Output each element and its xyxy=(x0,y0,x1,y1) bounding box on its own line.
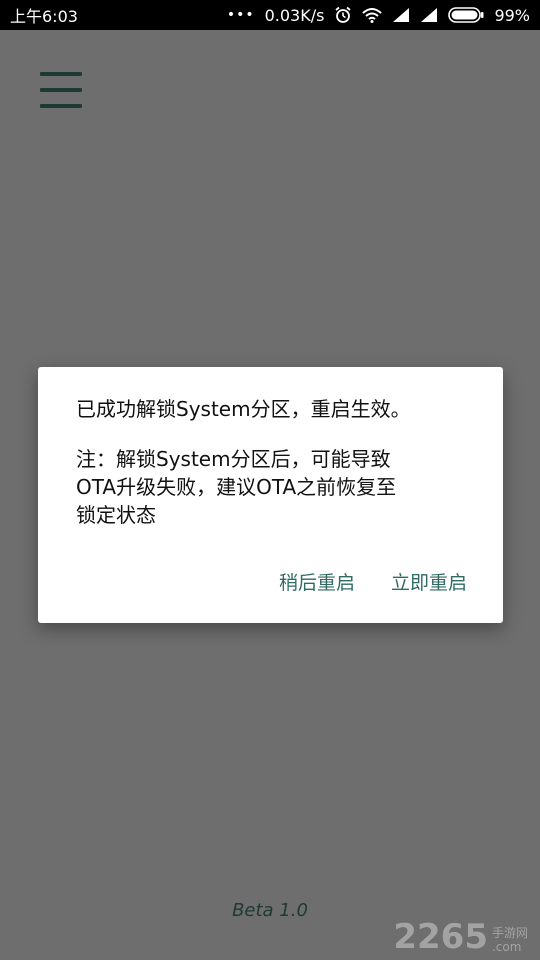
signal-2-icon xyxy=(420,7,438,23)
status-dots: ••• xyxy=(226,7,255,23)
wifi-icon xyxy=(362,7,383,23)
unlock-success-dialog: 已成功解锁System分区，重启生效。 注：解锁System分区后，可能导致 O… xyxy=(38,367,503,623)
dialog-note: 注：解锁System分区后，可能导致 OTA升级失败，建议OTA之前恢复至 锁定… xyxy=(76,447,397,527)
network-speed: 0.03K/s xyxy=(264,5,325,25)
menu-bar-middle xyxy=(40,88,82,92)
dialog-actions: 稍后重启 立即重启 xyxy=(279,568,467,595)
menu-bar-top xyxy=(40,72,82,76)
watermark-side: 手游网 .com xyxy=(492,926,528,954)
signal-1-icon xyxy=(392,7,410,23)
menu-bar-bottom xyxy=(40,104,82,108)
battery-percent: 99% xyxy=(494,5,530,25)
watermark-text-top: 手游网 xyxy=(491,926,528,940)
watermark-text-bottom: .com xyxy=(491,940,522,954)
status-time: 上午6:03 xyxy=(10,7,78,26)
battery-icon xyxy=(448,7,484,23)
hamburger-menu-icon[interactable] xyxy=(40,72,82,108)
alarm-clock-icon xyxy=(334,6,352,24)
restart-later-button[interactable]: 稍后重启 xyxy=(279,568,355,595)
dialog-message: 已成功解锁System分区，重启生效。 xyxy=(76,397,411,421)
watermark-number: 2265 xyxy=(393,917,488,957)
status-icons: ••• 0.03K/s 99% xyxy=(227,6,530,25)
restart-now-button[interactable]: 立即重启 xyxy=(391,568,467,595)
watermark-logo: 2265 手游网 .com xyxy=(393,920,528,954)
status-bar: 上午6:03 ••• 0.03K/s 99% xyxy=(0,0,540,30)
